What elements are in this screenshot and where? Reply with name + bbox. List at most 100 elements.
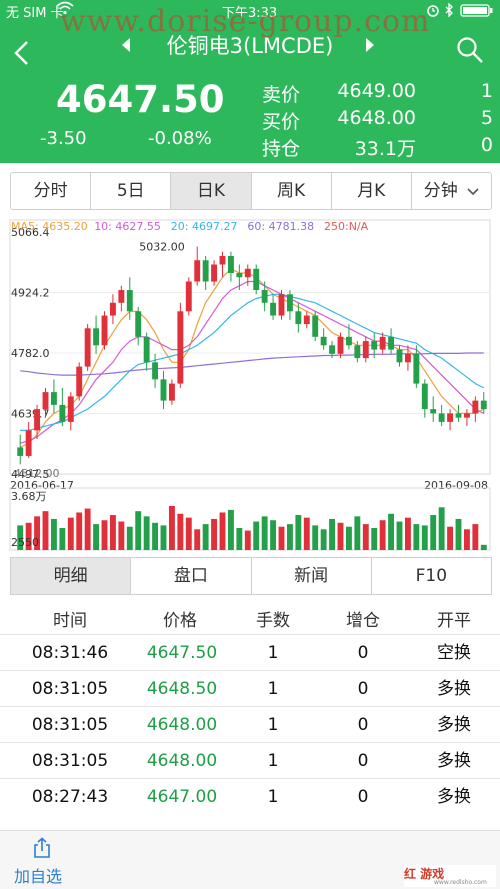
- tab-f10[interactable]: F10: [372, 558, 491, 594]
- candle-body: [25, 430, 32, 456]
- candle-body: [219, 255, 226, 265]
- battery-icon: [460, 4, 494, 21]
- candle-body: [101, 315, 108, 346]
- volume-bar: [345, 526, 352, 550]
- candle-body: [42, 392, 49, 410]
- volume-bar: [118, 521, 125, 550]
- trade-oi-change: 0: [357, 643, 369, 663]
- trade-open-close: 多换: [437, 715, 471, 735]
- volume-bar: [303, 517, 310, 550]
- candle-body: [202, 260, 209, 282]
- bid-qty: 5: [480, 107, 493, 129]
- tab-weekly-k[interactable]: 周K: [252, 173, 332, 209]
- add-watchlist-button[interactable]: 加自选: [10, 831, 74, 889]
- max-price-marker: 5032.00: [139, 241, 185, 254]
- table-row[interactable]: 08:31:05 4648.00 1 0 多换: [0, 706, 500, 743]
- candle-body: [388, 336, 395, 350]
- candle-body: [480, 400, 487, 410]
- ask-label: 卖价: [262, 84, 301, 106]
- volume-bar: [371, 528, 378, 550]
- search-icon[interactable]: [456, 36, 484, 68]
- trade-open-close: 空换: [437, 643, 471, 663]
- tab-daily-k[interactable]: 日K: [171, 173, 252, 209]
- candle-body: [244, 268, 251, 278]
- trade-price: 4648.50: [146, 679, 218, 699]
- candle-body: [177, 311, 184, 384]
- trade-time: 08:31:05: [31, 751, 109, 771]
- volume-bar: [362, 524, 369, 550]
- tab-orderbook[interactable]: 盘口: [131, 558, 252, 594]
- volume-bar: [227, 509, 234, 550]
- volume-bar: [202, 524, 209, 550]
- candle-body: [354, 345, 361, 359]
- volume-bar: [152, 522, 159, 550]
- candle-body: [371, 341, 378, 350]
- candle-body: [168, 383, 175, 401]
- volume-bar: [295, 515, 302, 550]
- ma-legend-item: MA5: 4635.20: [11, 220, 88, 233]
- tab-5day[interactable]: 5日: [91, 173, 172, 209]
- candle-body: [93, 328, 100, 346]
- volume-bar: [143, 516, 150, 550]
- tab-minute[interactable]: 分钟: [412, 173, 491, 209]
- trade-time: 08:31:05: [31, 679, 109, 699]
- candle-body: [463, 413, 470, 418]
- volume-bar: [463, 529, 470, 550]
- ma-legend-item: 20: 4697.27: [171, 220, 238, 233]
- candle-body: [59, 404, 66, 422]
- trade-lots: 1: [267, 679, 279, 699]
- table-row[interactable]: 08:31:46 4647.50 1 0 空换: [0, 634, 500, 671]
- open-interest-change: 0: [480, 134, 493, 156]
- candle-body: [34, 409, 41, 431]
- candle-body: [472, 400, 479, 414]
- volume-bar: [430, 515, 437, 550]
- volume-bar: [253, 521, 260, 550]
- tab-news[interactable]: 新闻: [252, 558, 372, 594]
- trade-lots: 1: [267, 715, 279, 735]
- tab-monthly-k[interactable]: 月K: [332, 173, 412, 209]
- volume-bar: [135, 511, 142, 550]
- col-lots: 手数: [256, 611, 290, 631]
- trade-oi-change: 0: [357, 787, 369, 807]
- trade-open-close: 多换: [437, 751, 471, 771]
- candle-body: [404, 353, 411, 363]
- candle-body: [261, 290, 268, 303]
- table-row[interactable]: 08:31:05 4648.50 1 0 多换: [0, 670, 500, 707]
- candle-body: [345, 336, 352, 346]
- trade-price: 4647.50: [146, 643, 218, 663]
- candle-body: [227, 255, 234, 274]
- kline-chart[interactable]: 5066.4 4924.2 4782.0 4639.7 4497.5 MA5: 4635.…: [0, 212, 500, 552]
- candle-body: [303, 315, 310, 325]
- next-symbol-icon[interactable]: [364, 37, 376, 57]
- volume-max-label: 3.68万: [11, 490, 47, 503]
- share-icon: [34, 837, 50, 858]
- volume-bar: [354, 516, 361, 550]
- header-panel: 无 SIM 卡 下午3:33 www.dorise-group.com 伦铜电3…: [0, 0, 500, 163]
- candle-body: [76, 366, 83, 397]
- trade-price: 4648.00: [146, 751, 218, 771]
- trade-oi-change: 0: [357, 715, 369, 735]
- volume-bar: [126, 526, 133, 550]
- ma-legend-item: 250:N/A: [324, 220, 369, 233]
- end-date-label: 2016-09-08: [424, 479, 488, 492]
- candle-body: [320, 336, 327, 346]
- trade-lots: 1: [267, 751, 279, 771]
- open-interest-value: 33.1万: [354, 138, 416, 160]
- open-interest-label: 持仓: [262, 138, 301, 160]
- volume-bar: [42, 511, 49, 550]
- candle-body: [337, 336, 344, 354]
- candle-body: [295, 311, 302, 325]
- table-row[interactable]: 08:27:43 4647.00 1 0 多换: [0, 778, 500, 815]
- trade-open-close: 多换: [437, 787, 471, 807]
- tab-detail[interactable]: 明细: [11, 558, 132, 594]
- volume-bar: [404, 517, 411, 550]
- volume-min-label: 2550: [11, 536, 39, 549]
- table-row[interactable]: 08:31:05 4648.00 1 0 多换: [0, 742, 500, 779]
- detail-tabs: 明细 盘口 新闻 F10: [10, 557, 492, 595]
- tab-timeshare[interactable]: 分时: [11, 173, 92, 209]
- volume-bar: [261, 516, 268, 550]
- volume-bar: [236, 528, 243, 550]
- bid-label: 买价: [262, 111, 301, 133]
- volume-bar: [286, 524, 293, 550]
- volume-bar: [244, 530, 251, 550]
